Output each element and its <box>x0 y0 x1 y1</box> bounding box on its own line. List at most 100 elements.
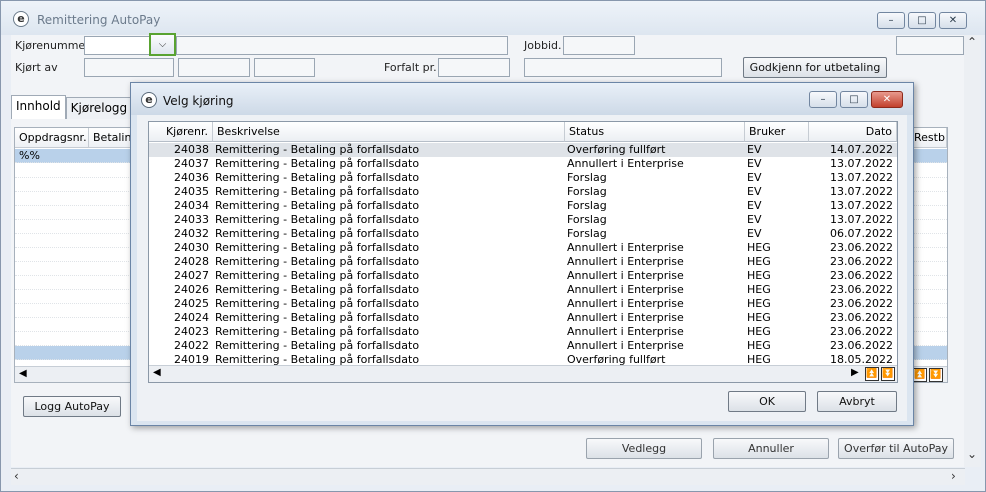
column-header-oppdragsnr[interactable]: Oppdragsnr. <box>15 128 89 148</box>
chevron-down-icon: ⌵ <box>158 39 167 50</box>
column-header-dato[interactable]: Dato <box>809 122 897 142</box>
scroll-down-icon[interactable]: ⌄ <box>967 447 977 461</box>
list-item[interactable]: 24032 Remittering - Betaling på forfallsd… <box>149 227 897 241</box>
tab-innhold[interactable]: Innhold <box>11 95 66 119</box>
list-horizontal-scrollbar[interactable]: ◀ ▶ ⏫ ⏬ <box>149 365 897 382</box>
list-item[interactable]: 24022 Remittering - Betaling på forfallsd… <box>149 339 897 353</box>
kjorenummer-dropdown-button[interactable]: ⌵ <box>149 33 176 56</box>
cell-beskrivelse: Remittering - Betaling på forfallsdato <box>215 157 420 170</box>
vedlegg-button[interactable]: Vedlegg <box>586 438 702 459</box>
app-icon: e <box>13 11 29 27</box>
list-item[interactable]: 24038 Remittering - Betaling på forfallsd… <box>149 143 897 157</box>
list-item[interactable]: 24036 Remittering - Betaling på forfallsd… <box>149 171 897 185</box>
list-item[interactable]: 24023 Remittering - Betaling på forfallsd… <box>149 325 897 339</box>
avbryt-button[interactable]: Avbryt <box>817 391 897 412</box>
cell-kjorenr: 24025 <box>174 297 209 310</box>
cell-status: Forslag <box>567 171 607 184</box>
cell-dato: 23.06.2022 <box>830 325 893 338</box>
scroll-up-icon[interactable]: ⌃ <box>967 35 977 49</box>
kjorenummer-input[interactable] <box>84 36 150 55</box>
cell-status: Annullert i Enterprise <box>567 297 684 310</box>
main-vertical-scrollbar[interactable]: ⌃ ⌄ <box>964 35 981 467</box>
cell-beskrivelse: Remittering - Betaling på forfallsdato <box>215 143 420 156</box>
cell-bruker: EV <box>747 157 762 170</box>
cell-dato: 23.06.2022 <box>830 269 893 282</box>
cell-beskrivelse: Remittering - Betaling på forfallsdato <box>215 213 420 226</box>
cell-kjorenr: 24034 <box>174 199 209 212</box>
cell-beskrivelse: Remittering - Betaling på forfallsdato <box>215 171 420 184</box>
cell-dato: 13.07.2022 <box>830 199 893 212</box>
cell-status: Annullert i Enterprise <box>567 311 684 324</box>
main-horizontal-scrollbar[interactable]: ‹ › <box>11 468 965 485</box>
list-item[interactable]: 24027 Remittering - Betaling på forfallsd… <box>149 269 897 283</box>
cell-bruker: EV <box>747 185 762 198</box>
tab-strip: Innhold Kjørelogg <box>11 95 133 119</box>
cell-beskrivelse: Remittering - Betaling på forfallsdato <box>215 227 420 240</box>
cell-bruker: EV <box>747 227 762 240</box>
column-header-status[interactable]: Status <box>565 122 745 142</box>
status-field <box>524 58 722 77</box>
cell-status: Overføring fullført <box>567 143 666 156</box>
cell-kjorenr: 24032 <box>174 227 209 240</box>
scroll-left-icon[interactable]: ‹ <box>14 469 19 483</box>
cell-status: Forslag <box>567 199 607 212</box>
list-item[interactable]: 24028 Remittering - Betaling på forfallsd… <box>149 255 897 269</box>
cell-status: Annullert i Enterprise <box>567 269 684 282</box>
annuller-button[interactable]: Annuller <box>713 438 829 459</box>
scroll-up-page-icon[interactable]: ⏫ <box>865 367 879 381</box>
scroll-left-icon[interactable]: ◀ <box>19 368 27 379</box>
main-title-bar[interactable]: e Remittering AutoPay – □ ✕ <box>1 1 985 35</box>
column-header-restb[interactable]: Restb <box>910 128 947 148</box>
list-item[interactable]: 24035 Remittering - Betaling på forfallsd… <box>149 185 897 199</box>
cell-status: Forslag <box>567 227 607 240</box>
scroll-up-page-icon[interactable]: ⏫ <box>913 368 927 382</box>
cell-dato: 23.06.2022 <box>830 283 893 296</box>
cell-dato: 23.06.2022 <box>830 255 893 268</box>
cell-beskrivelse: Remittering - Betaling på forfallsdato <box>215 269 420 282</box>
overfor-autopay-button[interactable]: Overfør til AutoPay <box>838 438 954 459</box>
jobbid-label: Jobbid. <box>524 39 562 52</box>
close-button[interactable]: ✕ <box>939 12 967 29</box>
list-item[interactable]: 24026 Remittering - Betaling på forfallsd… <box>149 283 897 297</box>
jobbid-field <box>563 36 635 55</box>
ok-button[interactable]: OK <box>728 391 806 412</box>
cell-status: Annullert i Enterprise <box>567 325 684 338</box>
dialog-minimize-button[interactable]: – <box>809 91 837 108</box>
cell-status: Annullert i Enterprise <box>567 241 684 254</box>
list-item[interactable]: 24024 Remittering - Betaling på forfallsd… <box>149 311 897 325</box>
dialog-maximize-button[interactable]: □ <box>840 91 868 108</box>
maximize-button[interactable]: □ <box>908 12 936 29</box>
cell-dato: 13.07.2022 <box>830 171 893 184</box>
logg-autopay-button[interactable]: Logg AutoPay <box>23 396 121 417</box>
cell-beskrivelse: Remittering - Betaling på forfallsdato <box>215 241 420 254</box>
list-item[interactable]: 24033 Remittering - Betaling på forfallsd… <box>149 213 897 227</box>
cell-status: Annullert i Enterprise <box>567 157 684 170</box>
column-header-bruker[interactable]: Bruker <box>745 122 809 142</box>
scroll-down-page-icon[interactable]: ⏬ <box>929 368 943 382</box>
cell-kjorenr: 24037 <box>174 157 209 170</box>
scroll-right-icon[interactable]: ▶ <box>851 367 859 378</box>
godkjenn-button[interactable]: Godkjenn for utbetaling <box>743 57 887 78</box>
kjort-av-label: Kjørt av <box>15 61 58 74</box>
dialog-title-bar[interactable]: e Velg kjøring – □ ✕ <box>131 83 913 115</box>
cell-bruker: HEG <box>747 255 771 268</box>
column-header-beskrivelse[interactable]: Beskrivelse <box>213 122 565 142</box>
cell-status: Annullert i Enterprise <box>567 339 684 352</box>
tab-kjorelogg[interactable]: Kjørelogg <box>65 97 133 119</box>
scroll-down-page-icon[interactable]: ⏬ <box>881 367 895 381</box>
cell-dato: 23.06.2022 <box>830 241 893 254</box>
forfalt-label: Forfalt pr. <box>384 61 437 74</box>
list-item[interactable]: 24030 Remittering - Betaling på forfallsd… <box>149 241 897 255</box>
kjoring-list[interactable]: Kjørenr. Beskrivelse Status Bruker Dato … <box>148 121 898 383</box>
minimize-button[interactable]: – <box>877 12 905 29</box>
scroll-left-icon[interactable]: ◀ <box>153 367 161 378</box>
dialog-close-button[interactable]: ✕ <box>871 91 903 108</box>
cell-dato: 13.07.2022 <box>830 185 893 198</box>
scroll-right-icon[interactable]: › <box>951 469 956 483</box>
list-item[interactable]: 24034 Remittering - Betaling på forfallsd… <box>149 199 897 213</box>
list-item[interactable]: 24025 Remittering - Betaling på forfallsd… <box>149 297 897 311</box>
cell-kjorenr: 24030 <box>174 241 209 254</box>
column-header-kjorenr[interactable]: Kjørenr. <box>149 122 213 142</box>
list-item[interactable]: 24037 Remittering - Betaling på forfallsd… <box>149 157 897 171</box>
kjort-av-field-3 <box>254 58 315 77</box>
